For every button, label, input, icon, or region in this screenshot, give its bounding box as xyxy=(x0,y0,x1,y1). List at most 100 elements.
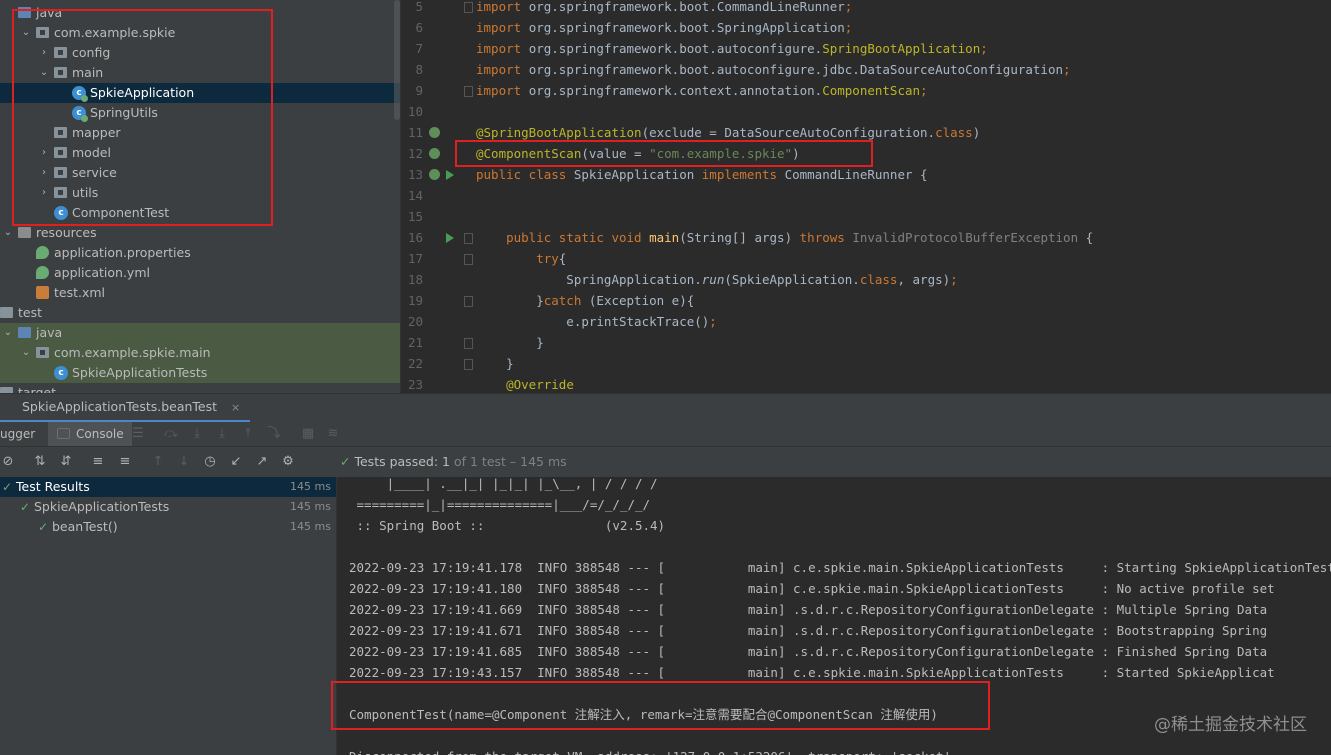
line-number: 7 xyxy=(415,41,423,56)
check-icon: ✓ xyxy=(2,480,13,494)
stop-icon[interactable]: ⊘ xyxy=(0,454,16,470)
settings-icon[interactable]: ⚙ xyxy=(280,454,296,470)
history-icon[interactable]: ◷ xyxy=(202,454,218,470)
line-number: 18 xyxy=(407,272,423,287)
test-toolbar: ⊘ ⇅ ⇵ ≡ ≡ ↑ ↓ ◷ ↙ ↗ ⚙ ✓ Tests passed: 1 o… xyxy=(0,447,1331,477)
chevron-down-icon[interactable]: ⌄ xyxy=(20,23,32,43)
tree-item[interactable]: c SpkieApplicationTests xyxy=(0,363,400,383)
code-line[interactable]: 23 @Override xyxy=(401,374,1331,393)
sort-duration-icon[interactable]: ⇵ xyxy=(58,454,74,470)
tree-item[interactable]: ⌄ main xyxy=(0,63,400,83)
code-line[interactable]: 21 } xyxy=(401,332,1331,353)
tree-item[interactable]: ⌄ com.example.spkie.main xyxy=(0,343,400,363)
code-line[interactable]: 12 @ComponentScan(value = "com.example.sp… xyxy=(401,143,1331,164)
fold-marker-icon[interactable] xyxy=(464,296,473,307)
chevron-right-icon[interactable]: › xyxy=(38,143,50,163)
spring-bean-icon[interactable] xyxy=(429,127,440,138)
fold-marker-icon[interactable] xyxy=(464,359,473,370)
tree-item[interactable]: › model xyxy=(0,143,400,163)
tree-item[interactable]: › utils xyxy=(0,183,400,203)
test-result-row[interactable]: ✓ SpkieApplicationTests 145 ms xyxy=(0,497,336,517)
tree-item[interactable]: ⌄ com.example.spkie xyxy=(0,23,400,43)
code-line[interactable]: 22 } xyxy=(401,353,1331,374)
force-step-into-icon[interactable]: ⤓ xyxy=(214,426,230,442)
test-result-row[interactable]: ✓ beanTest() 145 ms xyxy=(0,517,336,537)
fold-marker-icon[interactable] xyxy=(464,338,473,349)
next-failed-icon[interactable]: ↓ xyxy=(176,454,192,470)
line-number: 10 xyxy=(407,104,423,119)
code-text: import org.springframework.boot.autoconf… xyxy=(476,62,1071,77)
import-tests-icon[interactable]: ↙ xyxy=(228,454,244,470)
tree-item-label: main xyxy=(72,65,104,80)
package-icon xyxy=(54,127,67,138)
tree-item[interactable]: java xyxy=(0,3,400,23)
tree-item[interactable]: c SpkieApplication xyxy=(0,83,400,103)
fold-marker-icon[interactable] xyxy=(464,254,473,265)
expand-all-icon[interactable]: ≡ xyxy=(90,454,106,470)
tree-item[interactable]: test xyxy=(0,303,400,323)
run-tab-spkie-tests[interactable]: SpkieApplicationTests.beanTest × xyxy=(0,394,251,423)
code-line[interactable]: 14 xyxy=(401,185,1331,206)
code-line[interactable]: 7 import org.springframework.boot.autocon… xyxy=(401,38,1331,59)
spring-bean-icon[interactable] xyxy=(429,169,440,180)
export-tests-icon[interactable]: ↗ xyxy=(254,454,270,470)
step-out-icon[interactable]: ⤒ xyxy=(240,426,256,442)
code-line[interactable]: 10 xyxy=(401,101,1331,122)
code-line[interactable]: 19 }catch (Exception e){ xyxy=(401,290,1331,311)
code-line[interactable]: 5 import org.springframework.boot.Command… xyxy=(401,0,1331,17)
code-line[interactable]: 13 public class SpkieApplication implemen… xyxy=(401,164,1331,185)
fold-marker-icon[interactable] xyxy=(464,2,473,13)
code-line[interactable]: 6 import org.springframework.boot.SpringA… xyxy=(401,17,1331,38)
tree-item[interactable]: c ComponentTest xyxy=(0,203,400,223)
menu-icon[interactable]: ☰ xyxy=(130,426,146,442)
code-text: } xyxy=(476,356,514,371)
step-over-icon[interactable]: ⤼ xyxy=(163,426,179,442)
streams-icon[interactable]: ≋ xyxy=(325,426,341,442)
tree-item-label: application.yml xyxy=(54,265,150,280)
fold-marker-icon[interactable] xyxy=(464,86,473,97)
code-line[interactable]: 17 try{ xyxy=(401,248,1331,269)
code-editor[interactable]: 5 import org.springframework.boot.Command… xyxy=(401,0,1331,393)
tree-item[interactable]: test.xml xyxy=(0,283,400,303)
sort-alpha-icon[interactable]: ⇅ xyxy=(32,454,48,470)
chevron-right-icon[interactable]: › xyxy=(38,183,50,203)
spring-bean-icon[interactable] xyxy=(429,148,440,159)
chevron-right-icon[interactable]: › xyxy=(38,163,50,183)
tree-item[interactable]: application.yml xyxy=(0,263,400,283)
chevron-right-icon[interactable]: › xyxy=(38,43,50,63)
line-number: 19 xyxy=(407,293,423,308)
tree-item[interactable]: mapper xyxy=(0,123,400,143)
tree-item[interactable]: target xyxy=(0,383,400,393)
chevron-down-icon[interactable]: ⌄ xyxy=(38,63,50,83)
tab-console[interactable]: Console xyxy=(48,422,132,446)
close-icon[interactable]: × xyxy=(231,401,240,414)
code-line[interactable]: 20 e.printStackTrace(); xyxy=(401,311,1331,332)
code-line[interactable]: 9 import org.springframework.context.anno… xyxy=(401,80,1331,101)
tree-item[interactable]: application.properties xyxy=(0,243,400,263)
code-line[interactable]: 18 SpringApplication.run(SpkieApplicatio… xyxy=(401,269,1331,290)
evaluate-icon[interactable]: ▦ xyxy=(300,426,316,442)
code-line[interactable]: 8 import org.springframework.boot.autocon… xyxy=(401,59,1331,80)
previous-failed-icon[interactable]: ↑ xyxy=(150,454,166,470)
chevron-down-icon[interactable]: ⌄ xyxy=(2,223,14,243)
collapse-all-icon[interactable]: ≡ xyxy=(117,454,133,470)
chevron-down-icon[interactable]: ⌄ xyxy=(20,343,32,363)
step-into-icon[interactable]: ⤓ xyxy=(189,426,205,442)
tab-debugger[interactable]: ugger xyxy=(0,422,35,446)
run-gutter-icon[interactable] xyxy=(446,170,454,180)
tree-item[interactable]: c SpringUtils xyxy=(0,103,400,123)
code-line[interactable]: 16 public static void main(String[] args… xyxy=(401,227,1331,248)
tree-item[interactable]: ⌄ resources xyxy=(0,223,400,243)
run-gutter-icon[interactable] xyxy=(446,233,454,243)
code-line[interactable]: 11 @SpringBootApplication(exclude = DataS… xyxy=(401,122,1331,143)
class-icon: c xyxy=(72,86,88,102)
fold-marker-icon[interactable] xyxy=(464,233,473,244)
chevron-down-icon[interactable]: ⌄ xyxy=(2,323,14,343)
tree-item[interactable]: › config xyxy=(0,43,400,63)
code-line[interactable]: 15 xyxy=(401,206,1331,227)
test-result-row[interactable]: ✓ Test Results 145 ms xyxy=(0,477,336,497)
tree-item[interactable]: ⌄ java xyxy=(0,323,400,343)
tree-item[interactable]: › service xyxy=(0,163,400,183)
package-icon xyxy=(54,67,67,78)
run-to-cursor-icon[interactable]: ⤵ xyxy=(266,426,282,442)
